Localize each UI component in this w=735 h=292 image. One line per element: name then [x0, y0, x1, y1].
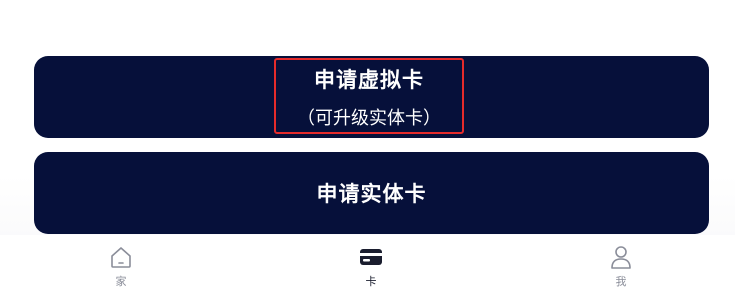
apply-virtual-card-button[interactable]: 申请虚拟卡 （可升级实体卡） — [34, 56, 709, 138]
highlight-annotation: 申请虚拟卡 （可升级实体卡） — [274, 58, 464, 134]
apply-virtual-card-subtitle: （可升级实体卡） — [297, 108, 441, 129]
apply-virtual-card-title: 申请虚拟卡 — [314, 68, 424, 92]
user-icon — [611, 246, 631, 269]
home-icon — [111, 247, 131, 268]
card-application-screen: 申请虚拟卡 （可升级实体卡） 申请实体卡 家 卡 我 — [0, 0, 735, 292]
tab-home-label: 家 — [115, 275, 127, 288]
apply-physical-card-title: 申请实体卡 — [316, 182, 427, 206]
card-icon — [360, 249, 382, 265]
tab-me-label: 我 — [615, 275, 627, 288]
apply-physical-card-button[interactable]: 申请实体卡 — [34, 152, 709, 234]
tab-card[interactable]: 卡 — [331, 235, 411, 292]
tab-card-label: 卡 — [365, 275, 377, 288]
tab-home[interactable]: 家 — [81, 235, 161, 292]
bottom-tab-bar: 家 卡 我 — [0, 235, 735, 292]
tab-me[interactable]: 我 — [581, 235, 661, 292]
